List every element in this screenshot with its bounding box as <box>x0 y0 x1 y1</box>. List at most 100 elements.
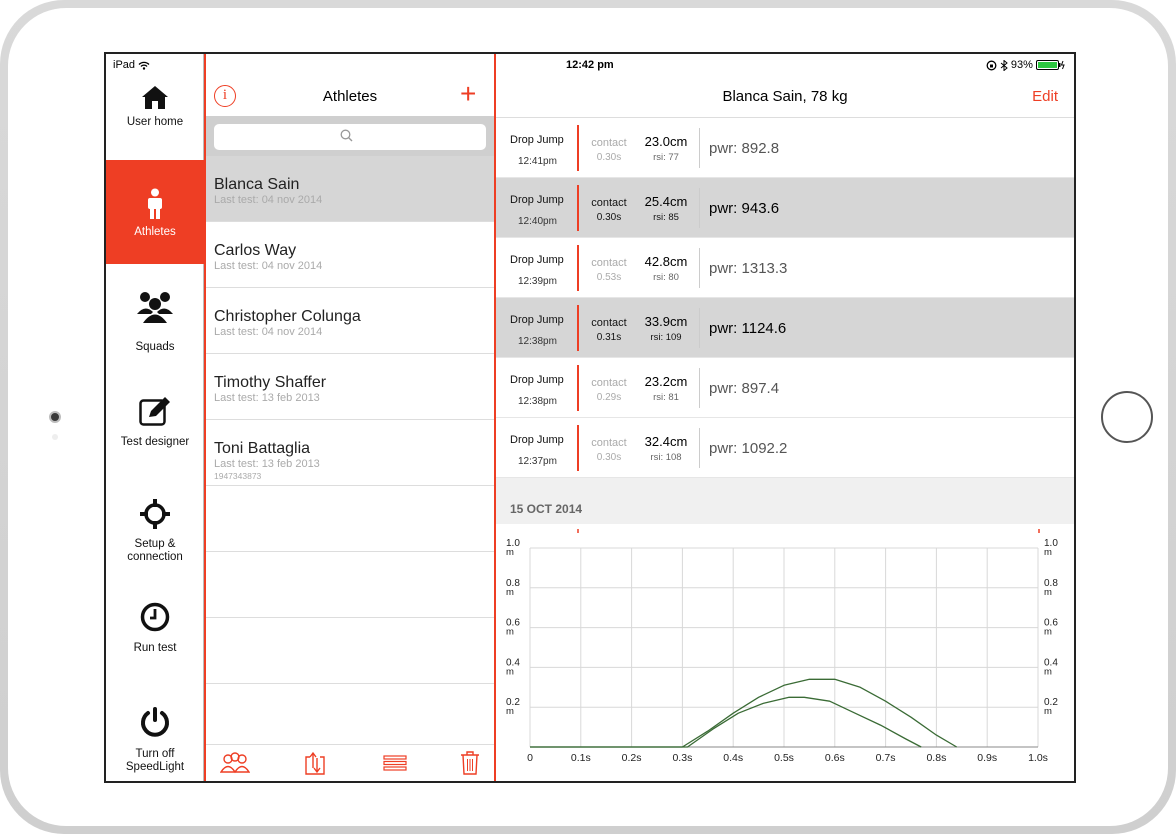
rsi-value: rsi: 109 <box>650 332 682 343</box>
athletes-header: i Athletes + <box>206 54 494 116</box>
contact-time: 0.30s <box>596 212 622 223</box>
battery-percent: 93% <box>1010 59 1033 71</box>
list-item[interactable]: Timothy Shaffer Last test: 13 feb 2013 <box>206 354 494 420</box>
contact-label: contact <box>591 257 627 269</box>
add-athlete-button[interactable]: + <box>460 78 476 110</box>
y-unit-label: m <box>506 706 514 717</box>
test-name: Drop Jump <box>510 314 564 326</box>
status-right: 93% <box>986 59 1066 72</box>
x-tick-label: 0.2s <box>622 752 642 764</box>
athlete-id: 1947343873 <box>214 471 262 481</box>
table-row[interactable]: Drop Jump 12:37pm contact 0.30s 32.4cm rsi: 1… <box>496 418 1074 478</box>
table-row[interactable]: Drop Jump 12:41pm contact 0.30s 23.0cm rsi: 7… <box>496 118 1074 178</box>
athlete-title: Blanca Sain, 78 kg <box>722 88 848 105</box>
row-separator <box>699 128 700 168</box>
x-tick-label: 0.5s <box>774 752 794 764</box>
x-tick-label: 1.0s <box>1028 752 1048 764</box>
table-row[interactable]: Drop Jump 12:39pm contact 0.53s 42.8cm rsi: 8… <box>496 238 1074 298</box>
row-separator <box>699 428 700 468</box>
bluetooth-icon <box>1000 59 1008 72</box>
test-name: Drop Jump <box>510 374 564 386</box>
sidebar-item-label: Setup & connection <box>127 538 183 563</box>
y-unit-label: m <box>1044 666 1052 677</box>
empty-row <box>206 552 494 618</box>
sidebar-item-user-home[interactable]: User home <box>106 84 204 158</box>
x-tick-label: 0.7s <box>876 752 896 764</box>
edit-button[interactable]: Edit <box>1032 88 1058 105</box>
jump-height: 23.2cm <box>644 374 688 389</box>
status-time: 12:42 pm <box>566 59 614 71</box>
home-button[interactable] <box>1101 391 1153 443</box>
jump-height: 23.0cm <box>644 134 688 149</box>
share-icon[interactable] <box>304 751 326 775</box>
section-date: 15 OCT 2014 <box>510 502 583 516</box>
contact-time: 0.30s <box>596 452 622 463</box>
power-icon <box>141 707 169 737</box>
athlete-last-test: Last test: 04 nov 2014 <box>214 260 323 272</box>
row-divider <box>577 305 579 351</box>
sidebar-item-label: User home <box>126 116 184 128</box>
athlete-last-test: Last test: 13 feb 2013 <box>214 458 320 470</box>
menu-icon[interactable] <box>383 755 407 771</box>
sidebar-item-label: Athletes <box>134 226 176 238</box>
sidebar-item-setup[interactable]: Setup & connection <box>106 498 204 568</box>
power-value: pwr: 1124.6 <box>709 320 787 337</box>
empty-row <box>206 618 494 684</box>
sidebar-item-label: Turn off SpeedLight <box>125 748 185 773</box>
x-tick-label: 0.8s <box>926 752 946 764</box>
athlete-name: Carlos Way <box>214 242 297 259</box>
y-unit-label: m <box>1044 547 1052 558</box>
x-tick-label: 0.9s <box>977 752 997 764</box>
sidebar-item-label: Squads <box>135 341 175 353</box>
jump-height: 25.4cm <box>644 194 688 209</box>
results-list: Drop Jump 12:41pm contact 0.30s 23.0cm rsi: 7… <box>496 117 1074 478</box>
series-line-2 <box>530 696 922 748</box>
edit-icon <box>139 397 170 426</box>
contact-label: contact <box>591 137 627 149</box>
y-unit-label: m <box>506 547 514 558</box>
test-time: 12:39pm <box>518 276 557 287</box>
list-item[interactable]: Christopher Colunga Last test: 04 nov 20… <box>206 288 494 354</box>
page-title: Athletes <box>322 88 378 105</box>
sidebar-item-label: Test designer <box>120 436 190 448</box>
power-value: pwr: 1092.2 <box>709 440 788 457</box>
test-name: Drop Jump <box>510 194 564 206</box>
rsi-value: rsi: 85 <box>653 212 679 223</box>
list-item[interactable]: Carlos Way Last test: 04 nov 2014 <box>206 222 494 288</box>
table-row[interactable]: Drop Jump 12:38pm contact 0.31s 33.9cm rsi: 1… <box>496 298 1074 358</box>
sidebar-item-label: Run test <box>133 642 177 654</box>
squad-add-icon[interactable] <box>220 751 250 775</box>
sidebar-item-turn-off[interactable]: Turn off SpeedLight <box>106 706 204 780</box>
test-time: 12:38pm <box>518 336 557 347</box>
contact-time: 0.53s <box>596 272 622 283</box>
table-row[interactable]: Drop Jump 12:38pm contact 0.29s 23.2cm rsi: 8… <box>496 358 1074 418</box>
contact-label: contact <box>591 437 627 449</box>
person-icon <box>148 188 162 219</box>
y-unit-label: m <box>506 666 514 677</box>
status-device: iPad <box>113 59 150 71</box>
power-value: pwr: 897.4 <box>709 380 780 397</box>
trash-icon[interactable] <box>460 751 480 775</box>
test-time: 12:37pm <box>518 456 557 467</box>
row-divider <box>577 125 579 171</box>
list-item[interactable]: Toni Battaglia Last test: 13 feb 2013 19… <box>206 420 494 486</box>
table-row[interactable]: Drop Jump 12:40pm contact 0.30s 25.4cm rsi: 8… <box>496 178 1074 238</box>
sidebar-item-test-designer[interactable]: Test designer <box>106 396 204 456</box>
jump-height: 42.8cm <box>644 254 688 269</box>
row-separator <box>699 188 700 228</box>
jump-height: 32.4cm <box>644 434 688 449</box>
athlete-name: Christopher Colunga <box>214 308 361 325</box>
sidebar-item-run-test[interactable]: Run test <box>106 602 204 662</box>
y-unit-label: m <box>506 587 514 598</box>
jump-height: 33.9cm <box>644 314 688 329</box>
test-time: 12:38pm <box>518 396 557 407</box>
wifi-icon <box>138 61 150 70</box>
athletes-panel: i Athletes + Blanca Sain Last test: 04 n… <box>204 54 496 781</box>
power-value: pwr: 892.8 <box>709 140 780 157</box>
sidebar-item-squads[interactable]: Squads <box>106 290 204 360</box>
sidebar-item-athletes[interactable]: Athletes <box>106 160 204 264</box>
section-header: 15 OCT 2014 <box>496 478 1074 524</box>
list-item[interactable]: Blanca Sain Last test: 04 nov 2014 <box>206 156 494 222</box>
x-tick-label: 0 <box>527 752 533 764</box>
row-divider <box>577 425 579 471</box>
